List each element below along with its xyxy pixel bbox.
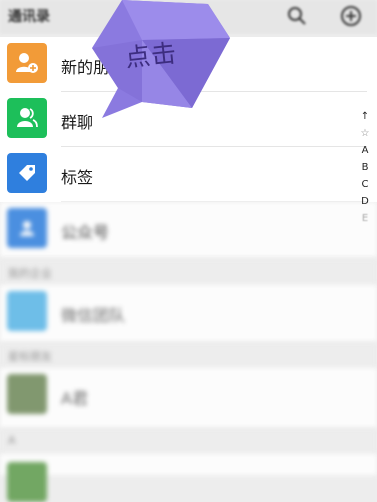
index-c[interactable]: C [358,176,372,193]
tags-label: 标签 [61,168,94,187]
official-accounts-label: 公众号 [61,223,110,242]
contact-name: A君 [61,389,88,408]
official-accounts-row[interactable]: 公众号 [0,202,377,257]
tags-row[interactable]: 标签 [0,147,377,202]
section-label: A [8,434,16,447]
section-label: 我的企业 [8,267,52,280]
section-label: 星标朋友 [8,350,52,363]
tag-icon [7,153,47,193]
contact-row[interactable]: 微信团队 [0,285,377,342]
index-a[interactable]: A [358,142,372,159]
contact-avatar [7,291,47,331]
section-header: 星标朋友 [0,342,377,368]
contact-row[interactable] [0,454,377,502]
index-top[interactable]: ↑ [358,108,372,125]
contact-row[interactable]: A君 [0,368,377,428]
index-e[interactable]: E [358,210,372,227]
official-account-icon [7,208,47,248]
tap-hint-text: 点击 [123,38,179,73]
search-icon[interactable] [287,6,307,30]
contact-name: 微信团队 [61,306,126,325]
index-d[interactable]: D [358,193,372,210]
group-chat-icon [7,98,47,138]
alphabet-index[interactable]: ↑ ☆ A B C D E [358,108,372,227]
add-friend-icon [7,43,47,83]
index-star[interactable]: ☆ [358,125,372,142]
contact-avatar [7,374,47,414]
page-title: 通讯录 [8,9,50,25]
section-header: A [0,428,377,454]
index-b[interactable]: B [358,159,372,176]
add-contact-icon[interactable] [340,5,362,31]
section-header: 我的企业 [0,259,377,285]
contact-avatar [7,462,47,502]
